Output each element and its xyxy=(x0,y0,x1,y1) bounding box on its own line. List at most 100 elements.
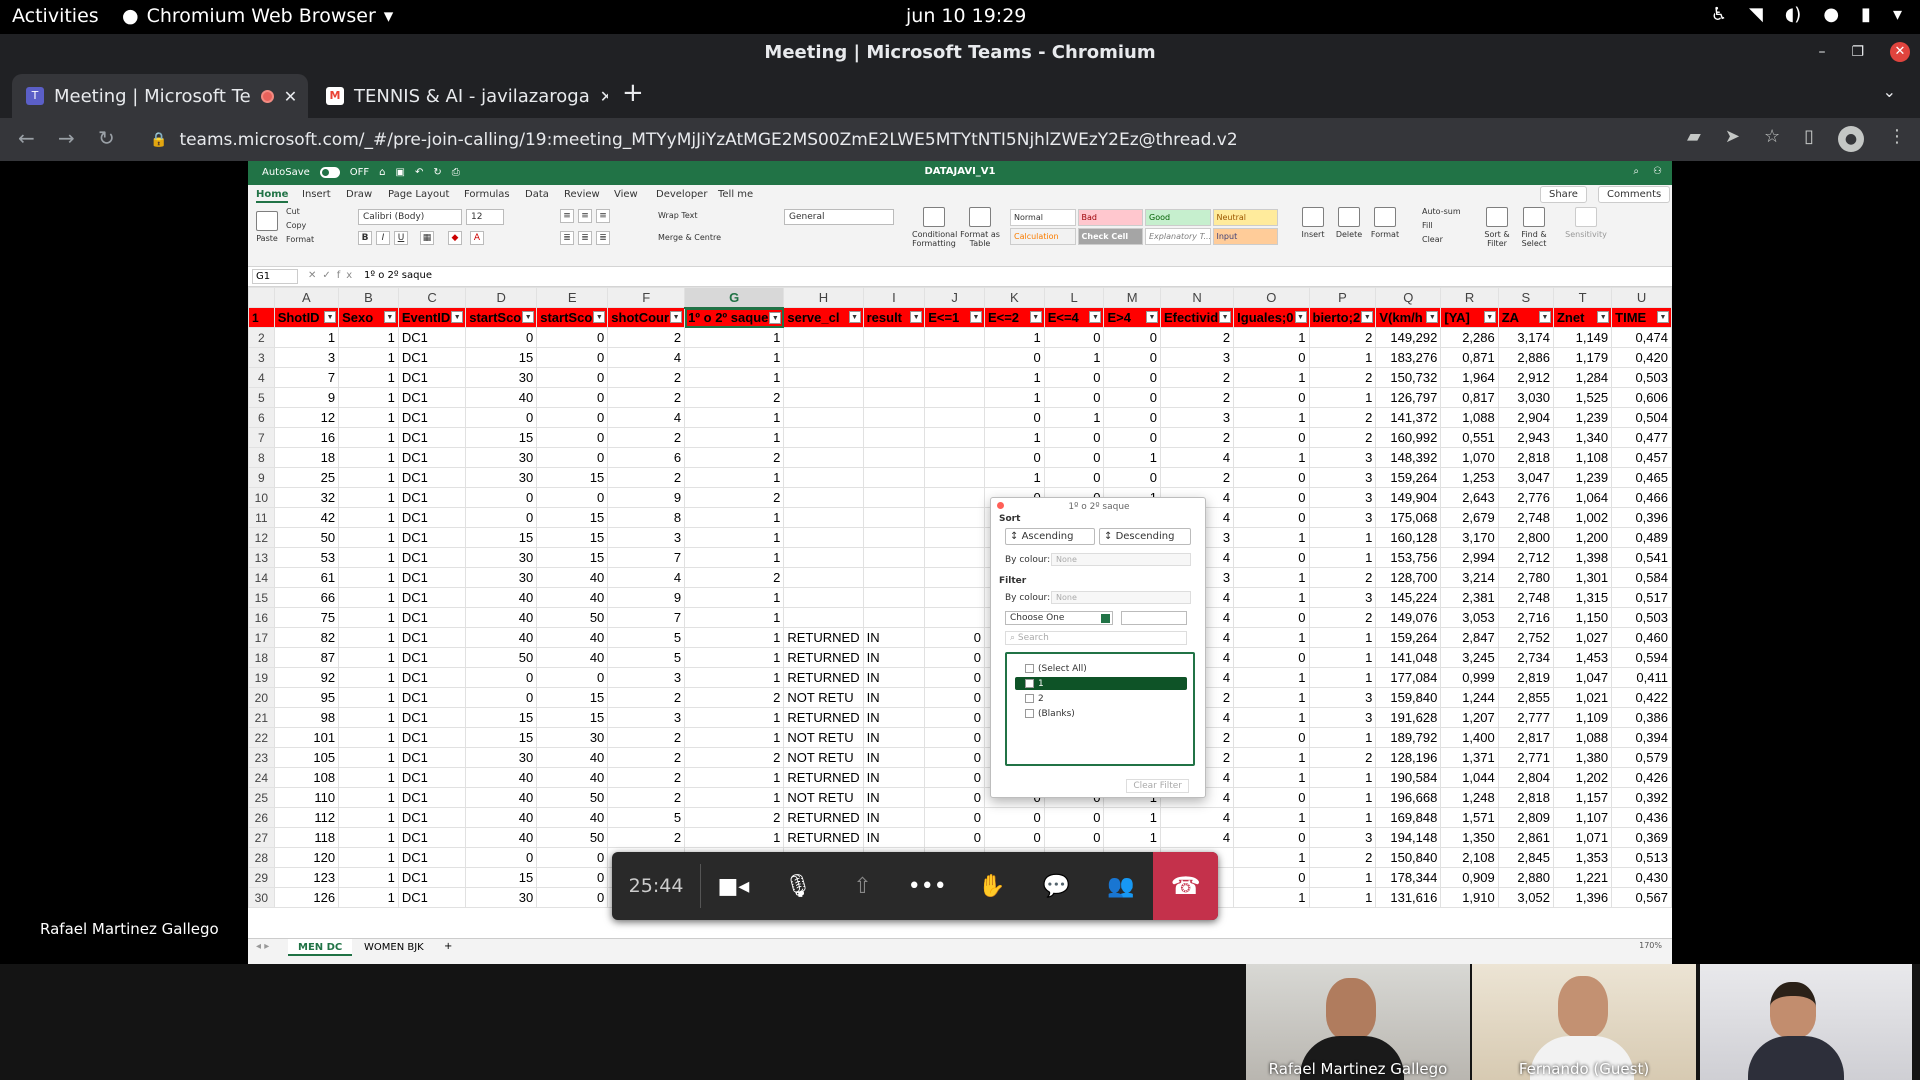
cell[interactable]: 2,780 xyxy=(1497,567,1554,588)
cell[interactable]: 9 xyxy=(607,587,686,608)
cell[interactable]: 1,207 xyxy=(1440,707,1499,728)
filter-dropdown-icon[interactable]: ▼ xyxy=(1294,311,1307,323)
align-right-icon[interactable]: ≣ xyxy=(596,231,610,245)
cell[interactable]: RETURNED xyxy=(783,807,864,828)
cell[interactable]: 3 xyxy=(607,667,686,688)
cell[interactable]: 1 xyxy=(338,407,399,428)
cell[interactable]: 1 xyxy=(684,407,785,428)
cell[interactable]: 30 xyxy=(465,747,538,768)
cell[interactable]: 1 xyxy=(1308,667,1377,688)
align-middle-icon[interactable]: ≡ xyxy=(578,209,592,223)
cell[interactable]: DC1 xyxy=(397,507,467,528)
cell[interactable]: 1 xyxy=(338,527,399,548)
cell[interactable]: 50 xyxy=(536,607,609,628)
cell[interactable]: 5 xyxy=(607,647,686,668)
address-bar[interactable]: 🔒 teams.microsoft.com/_#/pre-join-callin… xyxy=(146,123,1646,156)
cell[interactable]: 1,315 xyxy=(1552,587,1613,608)
cell[interactable]: 3 xyxy=(1159,407,1235,428)
cell[interactable]: 50 xyxy=(465,647,538,668)
cell[interactable]: NOT RETU xyxy=(783,727,864,748)
filter-search-input[interactable]: ⌕ Search xyxy=(1005,631,1187,645)
cell[interactable]: 1,340 xyxy=(1552,427,1613,448)
cell[interactable]: 0 xyxy=(1103,327,1161,348)
tab-insert[interactable]: Insert xyxy=(302,189,331,200)
cell[interactable]: 1,221 xyxy=(1552,867,1613,888)
cell[interactable]: 1 xyxy=(338,487,399,508)
cell[interactable]: 2 xyxy=(1308,607,1377,628)
cell[interactable]: 2 xyxy=(684,447,785,468)
cell[interactable] xyxy=(783,547,864,568)
cell[interactable]: 196,668 xyxy=(1375,787,1442,808)
send-icon[interactable]: ➤ xyxy=(1725,126,1740,152)
cell[interactable]: IN xyxy=(862,807,926,828)
clock[interactable]: jun 10 19:29 xyxy=(906,5,1026,27)
cell[interactable]: 1 xyxy=(338,747,399,768)
cell[interactable]: 1 xyxy=(1233,887,1310,908)
cell[interactable]: 0,477 xyxy=(1611,427,1672,448)
cell[interactable]: 2,643 xyxy=(1440,487,1499,508)
cell[interactable]: 0 xyxy=(1233,487,1310,508)
cell[interactable]: 1 xyxy=(684,527,785,548)
cell[interactable] xyxy=(862,467,926,488)
cell[interactable]: 1 xyxy=(338,707,399,728)
cell[interactable]: 3 xyxy=(1308,447,1377,468)
cell[interactable] xyxy=(783,407,864,428)
formula-input[interactable]: 1º o 2º saque xyxy=(364,270,432,281)
column-header[interactable]: E xyxy=(536,287,609,308)
cell[interactable]: 2 xyxy=(1308,327,1377,348)
cell[interactable]: 160,992 xyxy=(1375,427,1442,448)
cell[interactable]: 2,943 xyxy=(1497,427,1554,448)
cell[interactable]: 2 xyxy=(684,487,785,508)
row-number[interactable]: 5 xyxy=(248,387,275,408)
cell[interactable]: 7 xyxy=(607,607,686,628)
cell[interactable]: 150,732 xyxy=(1375,367,1442,388)
row-number[interactable]: 20 xyxy=(248,687,275,708)
cell[interactable]: 15 xyxy=(465,347,538,368)
side-panel-icon[interactable]: ▯ xyxy=(1804,126,1814,152)
cell[interactable]: 92 xyxy=(273,667,340,688)
cell[interactable]: 1 xyxy=(1308,767,1377,788)
style-normal[interactable]: Normal xyxy=(1010,209,1076,226)
cell[interactable]: DC1 xyxy=(397,587,467,608)
cell[interactable]: 8 xyxy=(607,507,686,528)
cell[interactable]: 105 xyxy=(273,747,340,768)
cell[interactable]: IN xyxy=(862,787,926,808)
cell[interactable]: 3 xyxy=(1308,707,1377,728)
cell[interactable]: 0 xyxy=(1043,387,1105,408)
cell[interactable]: 1,371 xyxy=(1440,747,1499,768)
cell[interactable]: DC1 xyxy=(397,827,467,848)
cell[interactable]: DC1 xyxy=(397,807,467,828)
cell[interactable]: 4 xyxy=(1159,827,1235,848)
cell[interactable]: 3,030 xyxy=(1497,387,1554,408)
cell[interactable]: 159,264 xyxy=(1375,467,1442,488)
cell[interactable] xyxy=(783,367,864,388)
cell[interactable]: 0,396 xyxy=(1611,507,1672,528)
filter-dropdown-icon[interactable]: ▼ xyxy=(1657,311,1669,323)
column-header[interactable]: L xyxy=(1043,287,1105,308)
cell[interactable]: 2 xyxy=(607,827,686,848)
filter-dropdown-icon[interactable]: ▼ xyxy=(969,311,982,323)
cell[interactable]: 1 xyxy=(983,467,1045,488)
cell[interactable]: 0 xyxy=(536,427,609,448)
cell[interactable]: 1 xyxy=(983,327,1045,348)
cell[interactable]: 1,284 xyxy=(1552,367,1613,388)
cell[interactable]: DC1 xyxy=(397,427,467,448)
cell[interactable]: 25 xyxy=(273,467,340,488)
sort-descending-button[interactable]: ↕ Descending xyxy=(1099,528,1191,545)
cell[interactable]: RETURNED xyxy=(783,767,864,788)
row-number[interactable]: 18 xyxy=(248,647,275,668)
cell[interactable]: 2 xyxy=(1159,387,1235,408)
close-tab-icon[interactable]: ✕ xyxy=(284,87,297,106)
cell[interactable]: 0,466 xyxy=(1611,487,1672,508)
tab-page-layout[interactable]: Page Layout xyxy=(388,189,449,200)
cell[interactable]: 2,734 xyxy=(1497,647,1554,668)
header-cell[interactable]: startSco ▼ xyxy=(536,307,609,328)
cell[interactable]: 183,276 xyxy=(1375,347,1442,368)
cell[interactable]: 128,196 xyxy=(1375,747,1442,768)
cell[interactable]: 1,244 xyxy=(1440,687,1499,708)
header-cell[interactable]: Znet ▼ xyxy=(1552,307,1613,328)
cell[interactable]: 0 xyxy=(536,327,609,348)
cell[interactable]: 191,628 xyxy=(1375,707,1442,728)
header-cell[interactable]: EventID ▼ xyxy=(397,307,467,328)
cell[interactable]: 2,286 xyxy=(1440,327,1499,348)
